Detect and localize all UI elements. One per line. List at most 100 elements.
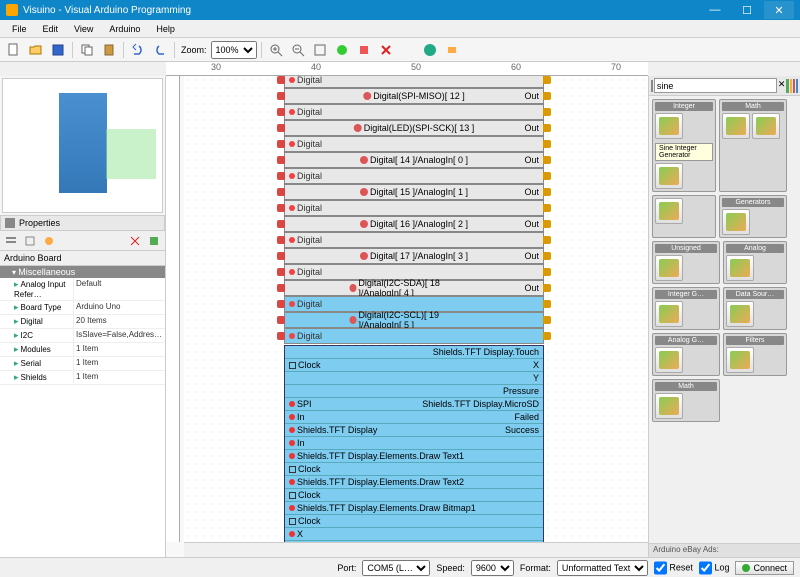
- palette-item[interactable]: [722, 113, 750, 139]
- pin-row[interactable]: Digital(I2C-SDA)[ 18 ]/AnalogIn[ 4 ]Out: [284, 280, 544, 296]
- palette-item[interactable]: [655, 113, 683, 139]
- input-port-icon[interactable]: [277, 188, 285, 196]
- palette-item[interactable]: [752, 113, 780, 139]
- port-select[interactable]: COM5 (L…: [362, 560, 430, 576]
- output-port-icon[interactable]: [543, 76, 551, 84]
- zoom-out-button[interactable]: [288, 40, 308, 60]
- undo-button[interactable]: [128, 40, 148, 60]
- search-opt-1[interactable]: [786, 79, 788, 93]
- menu-help[interactable]: Help: [148, 22, 183, 36]
- input-port-icon[interactable]: [277, 124, 285, 132]
- property-row[interactable]: ▸Modules1 Item: [0, 343, 165, 357]
- palette-item[interactable]: [722, 209, 750, 235]
- palette-search-input[interactable]: [654, 78, 777, 93]
- output-port-icon[interactable]: [543, 204, 551, 212]
- close-button[interactable]: ✕: [764, 1, 794, 19]
- output-port-icon[interactable]: [543, 140, 551, 148]
- pin-row[interactable]: Digital[ 17 ]/AnalogIn[ 3 ]Out: [284, 248, 544, 264]
- shield-row[interactable]: Shields.TFT Display.Touch: [285, 346, 543, 359]
- output-port-icon[interactable]: [543, 92, 551, 100]
- palette-item[interactable]: [655, 255, 683, 281]
- output-port-icon[interactable]: [543, 332, 551, 340]
- prop-tool-5[interactable]: [145, 232, 163, 250]
- property-row[interactable]: ▸Analog Input Refer…Default: [0, 278, 165, 301]
- input-port-icon[interactable]: [277, 236, 285, 244]
- output-port-icon[interactable]: [543, 284, 551, 292]
- pin-row[interactable]: Digital[ 16 ]/AnalogIn[ 2 ]Out: [284, 216, 544, 232]
- reset-checkbox[interactable]: Reset: [654, 560, 693, 576]
- shields-block[interactable]: Shields.TFT Display.TouchClockXYPressure…: [284, 345, 544, 555]
- tool-a-button[interactable]: [332, 40, 352, 60]
- palette-item[interactable]: [655, 198, 683, 224]
- menu-file[interactable]: File: [4, 22, 35, 36]
- input-port-icon[interactable]: [277, 220, 285, 228]
- shield-row[interactable]: Pressure: [285, 385, 543, 398]
- pin-row[interactable]: Digital: [284, 76, 544, 88]
- shield-row[interactable]: SPIShields.TFT Display.MicroSD: [285, 398, 543, 411]
- zoom-in-button[interactable]: [266, 40, 286, 60]
- arduino-board-block[interactable]: AnalogDigital(SPI-MOSI)[ 11 ]OutDigitalD…: [284, 76, 544, 555]
- maximize-button[interactable]: ☐: [732, 1, 762, 19]
- shield-row[interactable]: ClockX: [285, 359, 543, 372]
- connect-button[interactable]: Connect: [735, 561, 794, 575]
- pin-row[interactable]: Digital: [284, 232, 544, 248]
- pin-row[interactable]: Digital: [284, 200, 544, 216]
- pin-row[interactable]: Digital[ 14 ]/AnalogIn[ 0 ]Out: [284, 152, 544, 168]
- input-port-icon[interactable]: [277, 140, 285, 148]
- shield-row[interactable]: In: [285, 437, 543, 450]
- palette-item[interactable]: [726, 301, 754, 327]
- shield-row[interactable]: Shields.TFT DisplaySuccess: [285, 424, 543, 437]
- input-port-icon[interactable]: [277, 252, 285, 260]
- format-select[interactable]: Unformatted Text: [557, 560, 648, 576]
- pin-row[interactable]: Digital(SPI-MISO)[ 12 ]Out: [284, 88, 544, 104]
- save-button[interactable]: [48, 40, 68, 60]
- pin-row[interactable]: Digital: [284, 136, 544, 152]
- palette-item[interactable]: [655, 393, 683, 419]
- navigator-thumbnail[interactable]: [2, 78, 163, 213]
- search-clear-icon[interactable]: ✕: [778, 79, 786, 93]
- output-port-icon[interactable]: [543, 108, 551, 116]
- input-port-icon[interactable]: [277, 332, 285, 340]
- zoom-fit-button[interactable]: [310, 40, 330, 60]
- output-port-icon[interactable]: [543, 156, 551, 164]
- property-row[interactable]: ▸Board TypeArduino Uno: [0, 301, 165, 315]
- menu-view[interactable]: View: [66, 22, 101, 36]
- zoom-select[interactable]: 100%: [211, 41, 257, 59]
- palette-item[interactable]: [655, 347, 683, 373]
- prop-tool-3[interactable]: [40, 232, 58, 250]
- shield-row[interactable]: Y: [285, 372, 543, 385]
- new-button[interactable]: [4, 40, 24, 60]
- upload-button[interactable]: [420, 40, 440, 60]
- output-port-icon[interactable]: [543, 316, 551, 324]
- search-opt-4[interactable]: [796, 79, 798, 93]
- pin-row[interactable]: Digital: [284, 104, 544, 120]
- output-port-icon[interactable]: [543, 220, 551, 228]
- minimize-button[interactable]: —: [700, 1, 730, 19]
- input-port-icon[interactable]: [277, 76, 285, 84]
- design-canvas[interactable]: AnalogDigital(SPI-MOSI)[ 11 ]OutDigitalD…: [166, 76, 648, 557]
- output-port-icon[interactable]: [543, 300, 551, 308]
- pin-row[interactable]: Digital(I2C-SCL)[ 19 ]/AnalogIn[ 5 ]: [284, 312, 544, 328]
- prop-tool-2[interactable]: [21, 232, 39, 250]
- delete-button[interactable]: [376, 40, 396, 60]
- shield-row[interactable]: X: [285, 528, 543, 541]
- input-port-icon[interactable]: [277, 268, 285, 276]
- palette-item[interactable]: [726, 347, 754, 373]
- palette-item[interactable]: [655, 163, 683, 189]
- property-row[interactable]: ▸Shields1 Item: [0, 371, 165, 385]
- output-port-icon[interactable]: [543, 124, 551, 132]
- shield-row[interactable]: Shields.TFT Display.Elements.Draw Text1: [285, 450, 543, 463]
- property-row[interactable]: ▸Serial1 Item: [0, 357, 165, 371]
- pin-row[interactable]: Digital: [284, 328, 544, 344]
- horizontal-scrollbar[interactable]: [184, 542, 648, 557]
- input-port-icon[interactable]: [277, 316, 285, 324]
- search-opt-2[interactable]: [790, 79, 792, 93]
- input-port-icon[interactable]: [277, 92, 285, 100]
- output-port-icon[interactable]: [543, 268, 551, 276]
- output-port-icon[interactable]: [543, 252, 551, 260]
- tree-root[interactable]: Arduino Board: [0, 251, 165, 266]
- pin-row[interactable]: Digital: [284, 168, 544, 184]
- input-port-icon[interactable]: [277, 204, 285, 212]
- menu-edit[interactable]: Edit: [35, 22, 67, 36]
- dropdown-icon[interactable]: [651, 80, 653, 92]
